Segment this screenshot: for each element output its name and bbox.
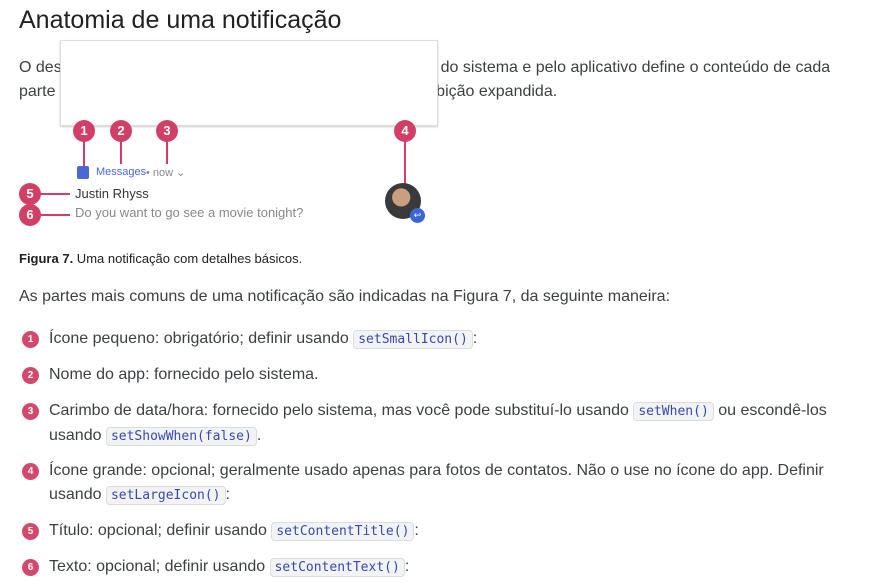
marker-3: 3 bbox=[156, 120, 178, 142]
list-item: 1 Ícone pequeno: obrigatório; definir usa… bbox=[19, 327, 859, 352]
marker-1: 1 bbox=[73, 120, 95, 142]
marker-2: 2 bbox=[110, 120, 132, 142]
list-item: 5 Título: opcional; definir usando setCon… bbox=[19, 519, 859, 544]
list-item: 6 Texto: opcional; definir usando setCont… bbox=[19, 555, 859, 580]
marker-5: 5 bbox=[19, 183, 41, 205]
list-item: 3 Carimbo de data/hora: fornecido pelo si… bbox=[19, 399, 859, 449]
figure-caption: Figura 7. Uma notificação com detalhes b… bbox=[19, 251, 303, 266]
app-name: Messages bbox=[96, 166, 147, 178]
page-title: Anatomia de uma notificação bbox=[19, 6, 342, 34]
messages-app-icon bbox=[77, 166, 89, 179]
notification-title: Justin Rhyss bbox=[75, 186, 149, 201]
list-item: 4 Ícone grande: opcional; geralmente usad… bbox=[19, 459, 859, 508]
marker-6: 6 bbox=[19, 204, 41, 226]
lead-paragraph: As partes mais comuns de uma notificação… bbox=[19, 288, 671, 305]
timestamp: • now ⌄ bbox=[146, 167, 186, 179]
notification-text: Do you want to go see a movie tonight? bbox=[75, 205, 304, 220]
reply-icon: ↩ bbox=[410, 208, 425, 223]
marker-4: 4 bbox=[394, 120, 416, 142]
list-item: 2 Nome do app: fornecido pelo sistema. bbox=[19, 363, 859, 387]
notification-card bbox=[60, 40, 438, 126]
